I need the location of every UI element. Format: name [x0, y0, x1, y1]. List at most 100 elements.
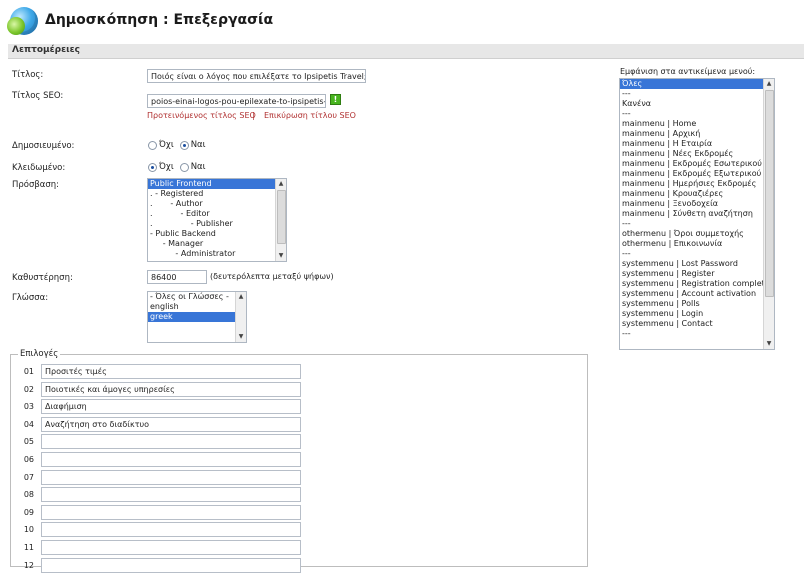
- page-title: Δημοσκόπηση : Επεξεργασία: [45, 12, 274, 28]
- scroll-down-icon[interactable]: ▼: [276, 251, 286, 261]
- option-input[interactable]: [41, 540, 301, 555]
- delay-input[interactable]: 86400: [147, 270, 207, 284]
- language-option[interactable]: - Όλες οι Γλώσσες -: [148, 292, 246, 302]
- scroll-up-icon[interactable]: ▲: [764, 79, 774, 89]
- option-number: 01: [23, 367, 34, 376]
- published-label: Δημοσιευμένο:: [12, 141, 75, 151]
- menu-option[interactable]: mainmenu | Νέες Εκδρομές: [620, 149, 774, 159]
- seo-suggest-link[interactable]: Προτεινόμενος τίτλος SEO: [147, 111, 256, 120]
- option-number: 04: [23, 419, 34, 429]
- locked-yes-label: Ναι: [190, 162, 206, 172]
- menu-option[interactable]: mainmenu | Εκδρομές Εξωτερικού: [620, 169, 774, 179]
- option-number: 10: [23, 525, 34, 535]
- menu-option[interactable]: ---: [620, 219, 774, 229]
- option-input[interactable]: [41, 469, 301, 485]
- locked-yes-radio[interactable]: [179, 162, 189, 172]
- poll-logo-icon: [7, 7, 38, 35]
- published-no-radio[interactable]: [148, 140, 157, 150]
- menu-option[interactable]: mainmenu | Home: [620, 119, 774, 129]
- access-option[interactable]: Public Frontend: [148, 179, 276, 189]
- access-option[interactable]: . - Editor: [148, 209, 286, 219]
- menu-option[interactable]: mainmenu | Αρχική: [620, 129, 774, 139]
- scroll-up-icon[interactable]: ▲: [276, 179, 286, 189]
- scroll-thumb[interactable]: [765, 90, 774, 297]
- option-input[interactable]: Προσιτές τιμές: [41, 364, 301, 379]
- menu-option[interactable]: systemmenu | Account activation: [620, 289, 774, 299]
- access-label: Πρόσβαση:: [12, 180, 60, 190]
- menu-option[interactable]: systemmenu | Register: [620, 269, 774, 279]
- option-input[interactable]: [41, 452, 301, 467]
- access-option[interactable]: - Administrator: [148, 249, 286, 259]
- access-scrollbar[interactable]: ▲ ▼: [275, 179, 286, 261]
- language-option[interactable]: english: [148, 302, 246, 312]
- option-number: 09: [23, 507, 34, 517]
- option-number: 02: [23, 384, 34, 394]
- menu-option[interactable]: ---: [620, 249, 774, 259]
- menu-option[interactable]: othermenu | Όροι συμμετοχής: [620, 229, 774, 239]
- seo-link-separator: |: [252, 111, 255, 120]
- menu-option[interactable]: ---: [620, 89, 774, 99]
- delay-hint: (δευτερόλεπτα μεταξύ ψήφων): [210, 272, 334, 281]
- access-option[interactable]: . - Registered: [148, 189, 286, 199]
- menu-option[interactable]: systemmenu | Polls: [620, 299, 774, 309]
- option-number: 05: [23, 437, 34, 447]
- title-label: Τίτλος:: [12, 70, 44, 80]
- option-input[interactable]: [41, 434, 301, 450]
- option-input[interactable]: Διαφήμιση: [41, 399, 301, 415]
- option-number: 12: [23, 560, 34, 570]
- menu-scrollbar[interactable]: ▲ ▼: [763, 79, 774, 349]
- menu-option[interactable]: mainmenu | Ημερήσιες Εκδρομές: [620, 179, 774, 189]
- access-select[interactable]: Public Frontend . - Registered . - Autho…: [147, 178, 287, 262]
- menu-assign-label: Εμφάνιση στα αντικείμενα μενού:: [620, 67, 756, 76]
- access-option[interactable]: - Public Backend: [148, 229, 286, 239]
- menu-option[interactable]: mainmenu | Εκδρομές Εσωτερικού: [620, 159, 774, 169]
- locked-no-radio[interactable]: [148, 162, 157, 172]
- option-input[interactable]: [41, 522, 301, 538]
- check-icon[interactable]: !: [330, 94, 341, 105]
- language-scrollbar[interactable]: ▲ ▼: [235, 292, 246, 342]
- seo-confirm-link[interactable]: Επικύρωση τίτλου SEO: [264, 111, 356, 120]
- page-header: Δημοσκόπηση : Επεξεργασία: [0, 0, 804, 40]
- published-yes-label: Ναι: [190, 140, 206, 150]
- menu-option[interactable]: mainmenu | Σύνθετη αναζήτηση: [620, 209, 774, 219]
- menu-option[interactable]: systemmenu | Contact: [620, 319, 774, 329]
- menu-option[interactable]: mainmenu | Ξενοδοχεία: [620, 199, 774, 209]
- scroll-thumb[interactable]: [277, 190, 286, 244]
- menu-option[interactable]: mainmenu | Η Εταιρία: [620, 139, 774, 149]
- language-option[interactable]: greek: [148, 312, 236, 322]
- locked-radio-group: Όχι Ναι: [148, 162, 212, 173]
- menu-option[interactable]: systemmenu | Lost Password: [620, 259, 774, 269]
- menu-option[interactable]: Κανένα: [620, 99, 774, 109]
- menu-option[interactable]: Όλες: [620, 79, 764, 89]
- language-select[interactable]: - Όλες οι Γλώσσες - english greek ▲ ▼: [147, 291, 247, 343]
- option-input[interactable]: [41, 557, 301, 573]
- menu-option[interactable]: systemmenu | Login: [620, 309, 774, 319]
- menu-option[interactable]: mainmenu | Κρουαζιέρες: [620, 189, 774, 199]
- published-yes-radio[interactable]: [179, 140, 189, 150]
- menu-assign-select[interactable]: Όλες --- Κανένα --- mainmenu | Home mainmenu …: [619, 78, 775, 350]
- option-number: 08: [23, 490, 34, 500]
- option-input[interactable]: Αναζήτηση στο διαδίκτυο: [41, 416, 301, 432]
- scroll-down-icon[interactable]: ▼: [236, 332, 246, 342]
- menu-option[interactable]: ---: [620, 109, 774, 119]
- menu-option[interactable]: ---: [620, 329, 774, 339]
- option-input[interactable]: [41, 504, 301, 520]
- scroll-up-icon[interactable]: ▲: [236, 292, 246, 302]
- seo-title-input[interactable]: poios-einai-logos-pou-epilexate-to-ipsip…: [147, 94, 326, 108]
- access-option[interactable]: - Manager: [148, 239, 286, 249]
- access-option[interactable]: . - Author: [148, 199, 286, 209]
- option-number: 06: [23, 455, 34, 464]
- locked-no-label: Όχι: [159, 162, 174, 172]
- title-input[interactable]: Ποιός είναι ο λόγος που επιλέξατε το Ips…: [147, 69, 366, 83]
- menu-option[interactable]: othermenu | Επικοινωνία: [620, 239, 774, 249]
- published-radio-group: Όχι Ναι: [148, 140, 212, 151]
- option-input[interactable]: Ποιοτικές και άμογες υπηρεσίες: [41, 381, 301, 397]
- menu-option[interactable]: systemmenu | Registration complete: [620, 279, 774, 289]
- option-input[interactable]: [41, 487, 301, 503]
- scroll-down-icon[interactable]: ▼: [764, 339, 774, 349]
- options-legend: Επιλογές: [18, 349, 61, 359]
- section-heading: Λεπτομέρειες: [12, 45, 80, 55]
- language-label: Γλώσσα:: [12, 293, 49, 303]
- access-option[interactable]: . - Publisher: [148, 219, 286, 229]
- option-number: 11: [23, 543, 34, 552]
